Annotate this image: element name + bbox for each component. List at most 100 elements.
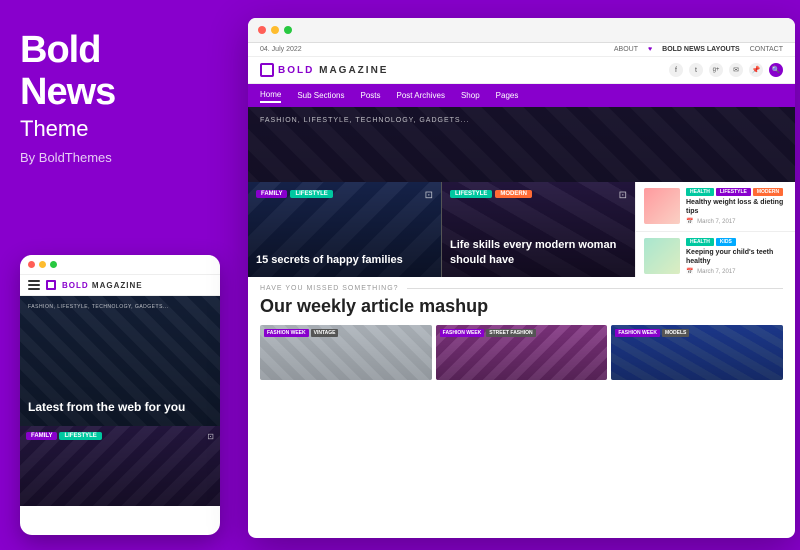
tag-modern: MODERN: [495, 190, 532, 198]
browser-dot-green: [284, 26, 292, 34]
side-article-1[interactable]: HEALTH LIFESTYLE MODERN Healthy weight l…: [636, 182, 795, 232]
left-panel: Bold News Theme By BoldThemes BOLD MAGAZ…: [0, 0, 248, 550]
side-article-2-tags: HEALTH KIDS: [686, 238, 787, 246]
pin-icon[interactable]: 📌: [749, 63, 763, 77]
site-logo-text: BOLD MAGAZINE: [278, 65, 388, 76]
cal-icon-2: 📅: [686, 268, 693, 275]
mashup-img-1[interactable]: FASHION WEEK VINTAGE: [260, 325, 432, 380]
side-article-1-title: Healthy weight loss & dieting tips: [686, 198, 787, 216]
mobile-logo-text: BOLD MAGAZINE: [62, 281, 143, 290]
missed-line: [407, 288, 783, 289]
bold-news-layouts-link[interactable]: BOLD NEWS LAYOUTS: [662, 46, 740, 53]
side-article-1-date: 📅 March 7, 2017: [686, 218, 787, 225]
mashup-tag-3b: MODELS: [662, 329, 689, 337]
mobile-hero-title: Latest from the web for you: [28, 400, 212, 416]
mobile-article-card: FAMILY LIFESTYLE ⊡: [20, 426, 220, 506]
site-top-bar: 04. July 2022 ABOUT ♥ BOLD NEWS LAYOUTS …: [248, 43, 795, 57]
tag-family: FAMILY: [26, 432, 57, 440]
mobile-category-label: FASHION, LIFESTYLE, TECHNOLOGY, GADGETS.…: [28, 304, 169, 310]
tag-family: FAMILY: [256, 190, 287, 198]
side-article-1-content: HEALTH LIFESTYLE MODERN Healthy weight l…: [686, 188, 787, 225]
side-thumb-1: [644, 188, 680, 224]
mobile-logo-icon: [46, 280, 56, 290]
bottom-section: HAVE YOU MISSED SOMETHING? Our weekly ar…: [248, 277, 795, 388]
browser-mockup: 04. July 2022 ABOUT ♥ BOLD NEWS LAYOUTS …: [248, 18, 795, 538]
contact-link[interactable]: CONTACT: [750, 46, 783, 53]
mobile-mockup: BOLD MAGAZINE FASHION, LIFESTYLE, TECHNO…: [20, 255, 220, 535]
side-thumb-2: [644, 238, 680, 274]
mashup-img-2[interactable]: FASHION WEEK STREET FASHION: [436, 325, 608, 380]
search-icon[interactable]: 🔍: [769, 63, 783, 77]
mobile-card-tags: FAMILY LIFESTYLE: [26, 432, 102, 440]
twitter-icon[interactable]: t: [689, 63, 703, 77]
side-articles: HEALTH LIFESTYLE MODERN Healthy weight l…: [635, 182, 795, 277]
mobile-dot-yellow: [39, 261, 46, 268]
side-tag-health-2: HEALTH: [686, 238, 714, 246]
tag-lifestyle: LIFESTYLE: [59, 432, 101, 440]
mashup-tag-3a: FASHION WEEK: [615, 329, 660, 337]
mobile-top-bar: [20, 255, 220, 275]
browser-chrome: [248, 18, 795, 43]
mashup-title: Our weekly article mashup: [260, 296, 783, 317]
mobile-hero: FASHION, LIFESTYLE, TECHNOLOGY, GADGETS.…: [20, 296, 220, 426]
side-tag-health: HEALTH: [686, 188, 714, 196]
top-nav-links: ABOUT ♥ BOLD NEWS LAYOUTS CONTACT: [614, 46, 783, 53]
side-tag-kids: KIDS: [716, 238, 736, 246]
hero-section: FASHION, LIFESTYLE, TECHNOLOGY, GADGETS.…: [248, 107, 795, 277]
side-article-2[interactable]: HEALTH KIDS Keeping your child's teeth h…: [636, 232, 795, 277]
article-card-1[interactable]: FAMILY LIFESTYLE ⊡ 15 secrets of happy f…: [248, 182, 441, 277]
tag-lifestyle-2: LIFESTYLE: [450, 190, 492, 198]
gallery-icon-2: ⊡: [619, 190, 627, 201]
site-logo: BOLD MAGAZINE: [260, 63, 388, 77]
site-logo-icon: [260, 63, 274, 77]
heart-icon: ♥: [648, 46, 652, 53]
article2-title: Life skills every modern woman should ha…: [450, 238, 627, 267]
brand-title: Bold News: [20, 30, 228, 114]
side-tag-modern: MODERN: [753, 188, 783, 196]
mobile-dot-green: [50, 261, 57, 268]
mashup-images: FASHION WEEK VINTAGE FASHION WEEK STREET…: [260, 325, 783, 380]
thumb-img-2: [644, 238, 680, 274]
side-article-2-title: Keeping your child's teeth healthy: [686, 248, 787, 266]
nav-subsections[interactable]: Sub Sections: [297, 89, 344, 102]
browser-dot-yellow: [271, 26, 279, 34]
nav-home[interactable]: Home: [260, 88, 281, 103]
site-nav-bar: BOLD MAGAZINE f t g+ ✉ 📌 🔍: [248, 57, 795, 84]
google-icon[interactable]: g+: [709, 63, 723, 77]
mashup-tags-1: FASHION WEEK VINTAGE: [264, 329, 338, 337]
facebook-icon[interactable]: f: [669, 63, 683, 77]
mail-icon[interactable]: ✉: [729, 63, 743, 77]
hamburger-icon[interactable]: [28, 280, 40, 290]
cal-icon-1: 📅: [686, 218, 693, 225]
mobile-nav: BOLD MAGAZINE: [20, 275, 220, 296]
nav-shop[interactable]: Shop: [461, 89, 480, 102]
mashup-tags-3: FASHION WEEK MODELS: [615, 329, 689, 337]
mashup-img-3[interactable]: FASHION WEEK MODELS: [611, 325, 783, 380]
side-article-2-content: HEALTH KIDS Keeping your child's teeth h…: [686, 238, 787, 275]
tag-lifestyle: LIFESTYLE: [290, 190, 332, 198]
article2-tags: LIFESTYLE MODERN: [450, 190, 532, 198]
brand-subtitle: Theme: [20, 116, 228, 142]
about-link[interactable]: ABOUT: [614, 46, 638, 53]
side-tag-life: LIFESTYLE: [716, 188, 751, 196]
browser-dot-red: [258, 26, 266, 34]
thumb-img-1: [644, 188, 680, 224]
nav-pages[interactable]: Pages: [496, 89, 519, 102]
hero-articles-overlay: FAMILY LIFESTYLE ⊡ 15 secrets of happy f…: [248, 182, 795, 277]
brand-by: By BoldThemes: [20, 150, 228, 165]
nav-posts[interactable]: Posts: [360, 89, 380, 102]
site-social-icons: f t g+ ✉ 📌 🔍: [669, 63, 783, 77]
mashup-tag-2b: STREET FASHION: [486, 329, 535, 337]
side-article-1-tags: HEALTH LIFESTYLE MODERN: [686, 188, 787, 196]
mobile-dot-red: [28, 261, 35, 268]
mashup-tags-2: FASHION WEEK STREET FASHION: [440, 329, 536, 337]
hero-category: FASHION, LIFESTYLE, TECHNOLOGY, GADGETS.…: [260, 117, 469, 124]
article1-title: 15 secrets of happy families: [256, 253, 433, 267]
article1-tags: FAMILY LIFESTYLE: [256, 190, 333, 198]
mashup-tag-1a: FASHION WEEK: [264, 329, 309, 337]
article-card-2[interactable]: LIFESTYLE MODERN ⊡ Life skills every mod…: [441, 182, 635, 277]
mashup-tag-2a: FASHION WEEK: [440, 329, 485, 337]
side-article-2-date: 📅 March 7, 2017: [686, 268, 787, 275]
mashup-tag-1b: VINTAGE: [311, 329, 339, 337]
nav-post-archives[interactable]: Post Archives: [397, 89, 445, 102]
